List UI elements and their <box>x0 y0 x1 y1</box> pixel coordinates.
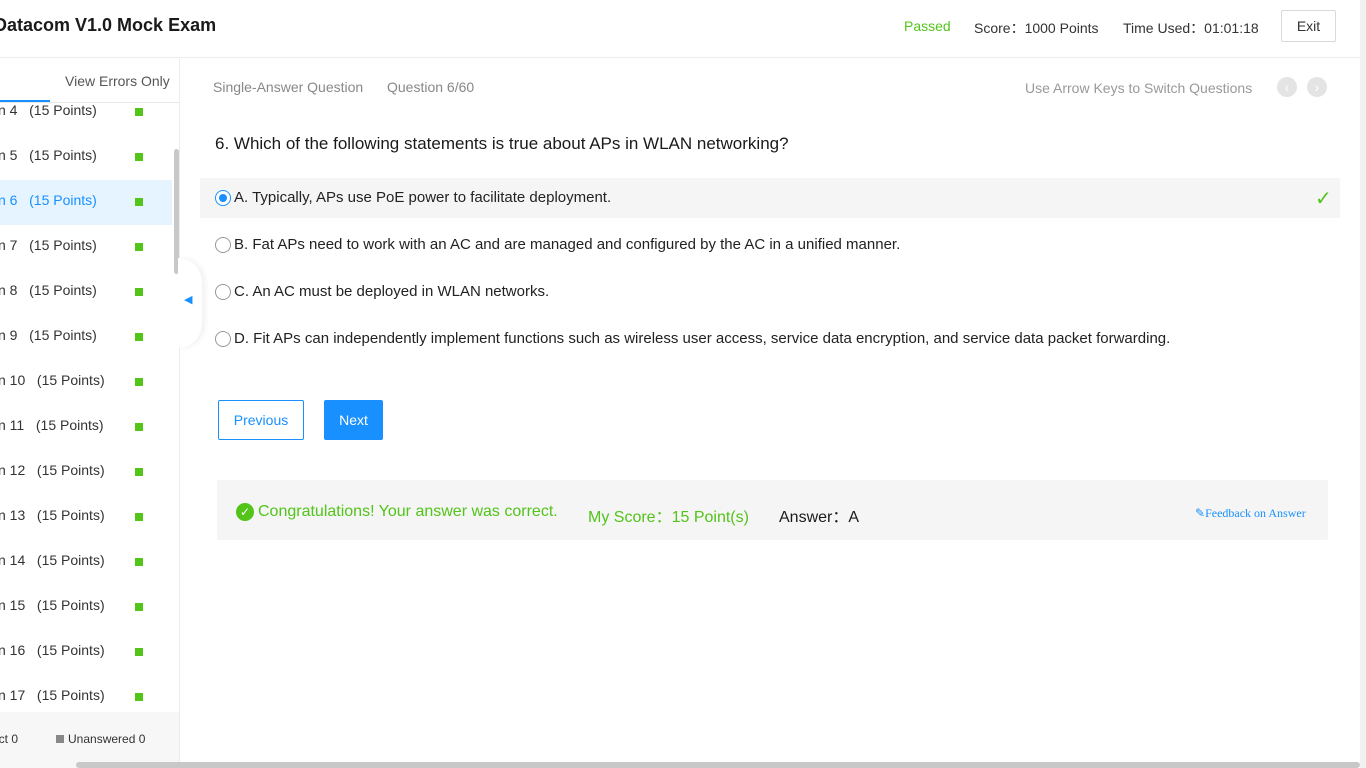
answered-marker <box>135 108 143 116</box>
question-item-label: n 6 (15 Points) <box>0 192 97 208</box>
correct-count: ect 0 <box>0 732 19 746</box>
exit-button[interactable]: Exit <box>1281 10 1336 42</box>
answered-marker <box>135 693 143 701</box>
option-a[interactable]: A. Typically, APs use PoE power to facil… <box>200 178 1340 218</box>
radio-button[interactable] <box>215 331 231 347</box>
answered-marker <box>135 198 143 206</box>
question-item-label: n 16 (15 Points) <box>0 642 105 658</box>
option-text: D. Fit APs can independently implement f… <box>234 330 1171 347</box>
question-item-label: n 10 (15 Points) <box>0 372 105 388</box>
answered-marker <box>135 468 143 476</box>
feedback-label: Feedback on Answer <box>1205 506 1306 520</box>
answered-marker <box>135 288 143 296</box>
answered-marker <box>135 423 143 431</box>
sidebar-footer: ect 0 Unanswered 0 <box>0 712 179 768</box>
question-item[interactable]: n 10 (15 Points) <box>0 360 172 405</box>
correct-answer: Answer：A <box>779 509 860 526</box>
question-item[interactable]: n 13 (15 Points) <box>0 495 172 540</box>
question-item-label: n 8 (15 Points) <box>0 282 97 298</box>
next-button[interactable]: Next <box>324 400 383 440</box>
answered-marker <box>135 603 143 611</box>
total-score: Score：1000 Points <box>974 20 1099 36</box>
chevron-right-icon[interactable]: › <box>1307 77 1327 97</box>
question-item[interactable]: n 5 (15 Points) <box>0 135 172 180</box>
option-text: B. Fat APs need to work with an AC and a… <box>234 236 901 253</box>
answer-result-panel: ✓ Congratulations! Your answer was corre… <box>217 480 1328 540</box>
question-item-label: n 9 (15 Points) <box>0 327 97 343</box>
answered-marker <box>135 648 143 656</box>
radio-button[interactable] <box>215 237 231 253</box>
question-item-label: n 15 (15 Points) <box>0 597 105 613</box>
question-item-label: n 11 (15 Points) <box>0 417 104 433</box>
question-item[interactable]: n 9 (15 Points) <box>0 315 172 360</box>
question-item[interactable]: n 4 (15 Points) <box>0 103 172 135</box>
horizontal-scrollbar[interactable] <box>76 762 1360 768</box>
previous-button[interactable]: Previous <box>218 400 304 440</box>
time-used: Time Used：01:01:18 <box>1123 20 1259 36</box>
option-d[interactable]: D. Fit APs can independently implement f… <box>200 319 1340 359</box>
page-scrollbar[interactable] <box>1360 0 1366 768</box>
question-number: Question 6/60 <box>387 79 475 95</box>
status-passed: Passed <box>904 18 951 34</box>
question-item-label: n 12 (15 Points) <box>0 462 105 478</box>
question-text: 6. Which of the following statements is … <box>215 134 789 153</box>
question-type: Single-Answer Question <box>213 79 364 95</box>
question-item[interactable]: n 12 (15 Points) <box>0 450 172 495</box>
answered-marker <box>135 378 143 386</box>
unanswered-legend-icon <box>56 735 64 743</box>
answered-marker <box>135 558 143 566</box>
feedback-link[interactable]: ✎Feedback on Answer <box>1195 506 1306 521</box>
check-circle-icon: ✓ <box>236 503 254 521</box>
sidebar-scrollbar[interactable] <box>174 149 179 274</box>
radio-button-checked[interactable] <box>215 190 231 206</box>
question-item-label: n 4 (15 Points) <box>0 103 97 118</box>
edit-icon: ✎ <box>1195 506 1206 520</box>
answered-marker <box>135 333 143 341</box>
unanswered-label: Unanswered 0 <box>68 732 146 746</box>
question-panel: Single-Answer Question Question 6/60 Use… <box>181 59 1360 768</box>
unanswered-count: Unanswered 0 <box>56 732 145 746</box>
option-text: C. An AC must be deployed in WLAN networ… <box>234 283 550 300</box>
question-item[interactable]: n 14 (15 Points) <box>0 540 172 585</box>
my-score: My Score：15 Point(s) <box>588 509 749 526</box>
option-c[interactable]: C. An AC must be deployed in WLAN networ… <box>200 272 1340 312</box>
question-list: n 4 (15 Points) n 5 (15 Points) n 6 (15 … <box>0 103 179 712</box>
tab-all-indicator[interactable] <box>0 100 50 102</box>
exam-title: Datacom V1.0 Mock Exam <box>0 15 217 35</box>
option-text: A. Typically, APs use PoE power to facil… <box>234 189 612 206</box>
question-item-label: n 7 (15 Points) <box>0 237 97 253</box>
question-item-label: n 14 (15 Points) <box>0 552 105 568</box>
answered-marker <box>135 243 143 251</box>
checkmark-icon: ✓ <box>1315 188 1332 210</box>
top-header: Datacom V1.0 Mock Exam Passed Score：1000… <box>0 0 1360 58</box>
radio-button[interactable] <box>215 284 231 300</box>
question-item[interactable]: n 8 (15 Points) <box>0 270 172 315</box>
result-message: Congratulations! Your answer was correct… <box>258 503 558 520</box>
chevron-left-icon[interactable]: ‹ <box>1277 77 1297 97</box>
arrow-keys-hint: Use Arrow Keys to Switch Questions <box>1025 80 1253 96</box>
question-item[interactable]: n 16 (15 Points) <box>0 630 172 675</box>
answered-marker <box>135 153 143 161</box>
question-item[interactable]: n 15 (15 Points) <box>0 585 172 630</box>
question-item-current[interactable]: n 6 (15 Points) <box>0 180 172 225</box>
question-item-label: n 5 (15 Points) <box>0 147 97 163</box>
tab-view-errors-only[interactable]: View Errors Only <box>65 73 170 89</box>
question-item-label: n 13 (15 Points) <box>0 507 105 523</box>
sidebar-tabs: View Errors Only <box>0 59 179 103</box>
sidebar-collapse-handle[interactable]: ◀ <box>178 258 202 348</box>
question-sidebar: View Errors Only n 4 (15 Points) n 5 (15… <box>0 59 180 768</box>
triangle-left-icon: ◀ <box>184 294 193 306</box>
question-item[interactable]: n 17 (15 Points) <box>0 675 172 712</box>
question-item-label: n 17 (15 Points) <box>0 687 105 703</box>
answered-marker <box>135 513 143 521</box>
question-item[interactable]: n 7 (15 Points) <box>0 225 172 270</box>
question-item[interactable]: n 11 (15 Points) <box>0 405 172 450</box>
option-b[interactable]: B. Fat APs need to work with an AC and a… <box>200 225 1340 265</box>
